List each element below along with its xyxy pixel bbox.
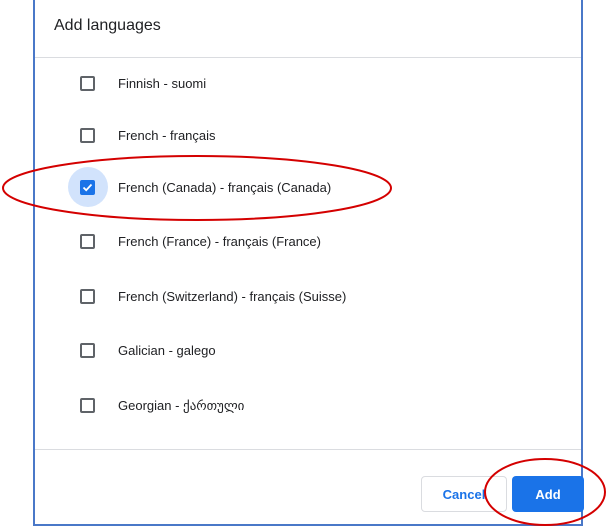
add-button[interactable]: Add	[512, 476, 584, 512]
language-label: French (Switzerland) - français (Suisse)	[118, 289, 347, 304]
language-label: Galician - galego	[118, 343, 216, 358]
checkbox[interactable]	[80, 289, 95, 304]
add-languages-dialog: Add languages Finnish - suomi French - f…	[33, 0, 584, 526]
language-item-finnish[interactable]: Finnish - suomi	[35, 66, 581, 102]
checkbox[interactable]	[80, 234, 95, 249]
checkbox[interactable]	[80, 343, 95, 358]
language-label: French - français	[118, 128, 216, 143]
language-item-georgian[interactable]: Georgian - ქართული	[35, 388, 581, 424]
language-item-french-switzerland[interactable]: French (Switzerland) - français (Suisse)	[35, 279, 581, 315]
language-list[interactable]: Finnish - suomi French - français French…	[35, 57, 581, 449]
checkbox[interactable]	[80, 76, 95, 91]
cancel-button[interactable]: Cancel	[421, 476, 507, 512]
dialog-title: Add languages	[54, 17, 161, 34]
checkbox-checked[interactable]	[80, 180, 95, 195]
language-item-french-canada[interactable]: French (Canada) - français (Canada)	[35, 167, 581, 207]
language-item-galician[interactable]: Galician - galego	[35, 333, 581, 369]
dialog-footer: Cancel Add	[35, 449, 584, 524]
dialog-header: Add languages	[35, 0, 581, 58]
language-item-french-france[interactable]: French (France) - français (France)	[35, 224, 581, 260]
checkbox[interactable]	[80, 128, 95, 143]
language-label: French (France) - français (France)	[118, 234, 321, 249]
language-label: Georgian - ქართული	[118, 398, 245, 413]
language-label: French (Canada) - français (Canada)	[118, 180, 332, 195]
checkbox[interactable]	[80, 398, 95, 413]
checkmark-icon	[82, 183, 93, 192]
language-item-french[interactable]: French - français	[35, 118, 581, 154]
language-label: Finnish - suomi	[118, 76, 207, 91]
